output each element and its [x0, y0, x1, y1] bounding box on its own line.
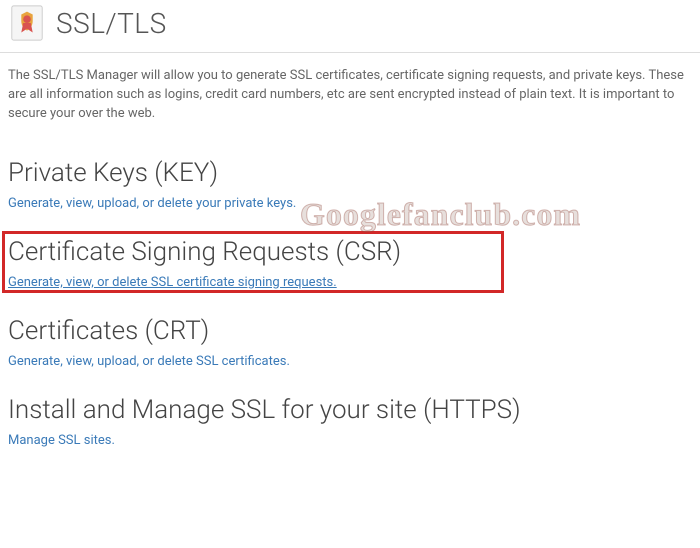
section-private-keys: Private Keys (KEY) Generate, view, uploa… — [0, 158, 700, 211]
heading-install-ssl: Install and Manage SSL for your site (HT… — [8, 395, 692, 425]
heading-csr: Certificate Signing Requests (CSR) — [8, 237, 692, 267]
intro-text: The SSL/TLS Manager will allow you to ge… — [0, 67, 700, 124]
page-title: SSL/TLS — [56, 7, 167, 40]
link-private-keys[interactable]: Generate, view, upload, or delete your p… — [8, 196, 296, 211]
section-csr: Certificate Signing Requests (CSR) Gener… — [0, 237, 700, 290]
link-certificates[interactable]: Generate, view, upload, or delete SSL ce… — [8, 354, 290, 369]
section-install-ssl: Install and Manage SSL for your site (HT… — [0, 395, 700, 448]
ssl-certificate-icon — [8, 4, 46, 42]
link-manage-ssl[interactable]: Manage SSL sites. — [8, 433, 115, 448]
heading-certificates: Certificates (CRT) — [8, 316, 692, 346]
heading-private-keys: Private Keys (KEY) — [8, 158, 692, 188]
page-header: SSL/TLS — [0, 0, 700, 53]
link-csr[interactable]: Generate, view, or delete SSL certificat… — [8, 275, 337, 290]
section-certificates: Certificates (CRT) Generate, view, uploa… — [0, 316, 700, 369]
